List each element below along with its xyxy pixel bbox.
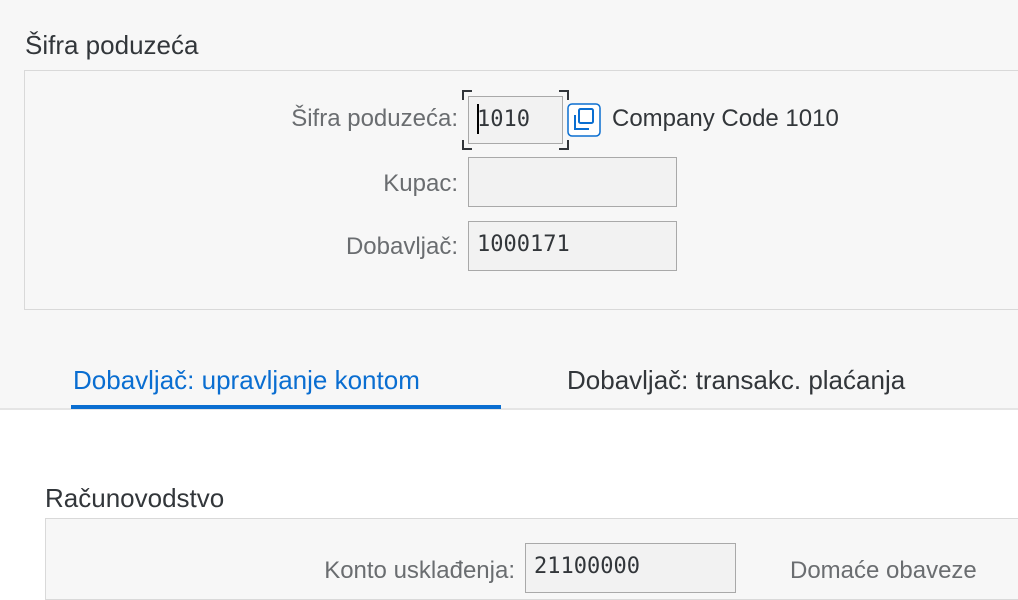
focus-corner-bl (462, 140, 472, 150)
reconciliation-account-description: Domaće obaveze (790, 557, 977, 584)
tab-vendor-payment-transactions[interactable]: Dobavljač: transakc. plaćanja (567, 365, 905, 396)
vendor-label: Dobavljač: (345, 233, 458, 260)
reconciliation-account-label: Konto usklađenja: (324, 557, 515, 584)
vendor-field[interactable]: 1000171 (468, 221, 677, 271)
tab-vendor-account-management[interactable]: Dobavljač: upravljanje kontom (73, 365, 420, 396)
company-code-section-title: Šifra poduzeća (25, 30, 199, 60)
active-tab-indicator (71, 405, 501, 409)
focus-corner-tl (462, 90, 472, 100)
company-code-label: Šifra poduzeća: (291, 105, 458, 132)
accounting-section-title: Računovodstvo (45, 483, 225, 513)
company-code-description: Company Code 1010 (612, 105, 839, 132)
customer-field[interactable] (468, 157, 677, 207)
customer-label: Kupac: (383, 170, 458, 197)
focus-corner-tr (559, 90, 569, 100)
company-code-field[interactable]: 1010 (468, 96, 563, 144)
text-cursor (477, 104, 479, 134)
value-help-icon[interactable] (567, 103, 601, 137)
reconciliation-account-field[interactable]: 21100000 (525, 543, 736, 593)
focus-corner-br (559, 140, 569, 150)
